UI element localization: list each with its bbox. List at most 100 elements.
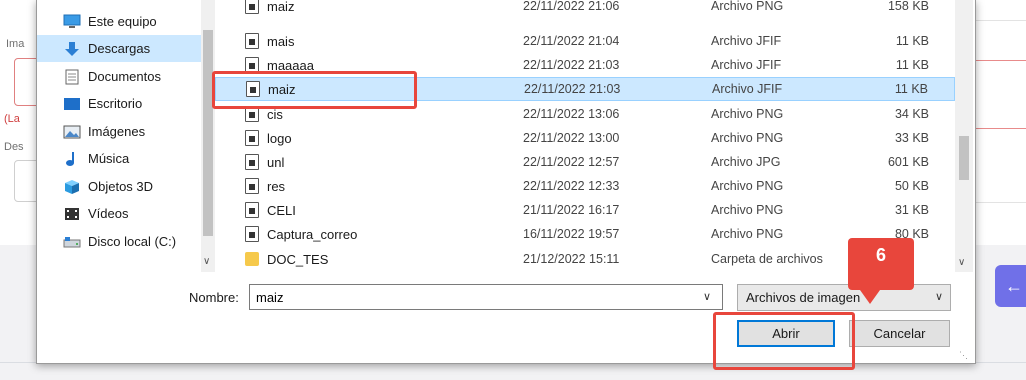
chevron-down-icon[interactable]: ∨ — [203, 256, 210, 267]
filename-input[interactable] — [249, 284, 723, 310]
chevron-down-icon[interactable]: ∨ — [935, 290, 943, 303]
file-row[interactable]: res 22/11/2022 12:33 Archivo PNG 50 KB — [215, 174, 955, 198]
file-date: 16/11/2022 19:57 — [523, 227, 620, 241]
file-row[interactable]: Captura_correo 16/11/2022 19:57 Archivo … — [215, 222, 955, 246]
highlight-box-selected-file — [212, 71, 417, 109]
monitor-icon — [63, 14, 81, 30]
file-row[interactable]: unl 22/11/2022 12:57 Archivo JPG 601 KB — [215, 150, 955, 174]
nav-item-documents[interactable]: Documentos — [37, 63, 201, 90]
file-size: 11 KB — [895, 34, 929, 48]
file-date: 22/11/2022 13:06 — [523, 107, 620, 121]
file-date: 21/11/2022 16:17 — [523, 203, 620, 217]
file-row[interactable]: DOC_TES 21/12/2022 15:11 Carpeta de arch… — [215, 247, 955, 271]
image-file-icon — [245, 202, 259, 218]
bg-error-text: (La — [4, 113, 20, 125]
music-note-icon — [63, 151, 81, 167]
bg-label-description: Des — [4, 141, 24, 153]
file-type: Archivo PNG — [711, 203, 784, 217]
file-name: mais — [267, 33, 295, 49]
nav-scrollbar-thumb[interactable] — [203, 30, 213, 236]
highlight-box-open-button — [713, 312, 855, 370]
nav-item-music[interactable]: Música — [37, 145, 201, 172]
nav-item-label: Este equipo — [88, 14, 157, 29]
desktop-icon — [63, 96, 81, 112]
file-date: 22/11/2022 12:57 — [523, 155, 620, 169]
nav-item-desktop[interactable]: Escritorio — [37, 90, 201, 117]
document-icon — [63, 69, 81, 85]
file-type: Archivo PNG — [711, 0, 784, 13]
file-type: Archivo JFIF — [712, 82, 783, 96]
file-row[interactable]: mais 22/11/2022 21:04 Archivo JFIF 11 KB — [215, 29, 955, 53]
download-arrow-icon — [63, 41, 81, 57]
cube-icon — [63, 179, 81, 195]
file-name: DOC_TES — [267, 251, 329, 267]
file-row[interactable]: maiz 22/11/2022 21:06 Archivo PNG 158 KB — [215, 0, 955, 18]
divider — [975, 20, 1026, 21]
nav-item-this-pc[interactable]: Este equipo — [37, 8, 201, 35]
file-list-scrollbar-thumb[interactable] — [959, 136, 969, 180]
file-size: 11 KB — [895, 58, 929, 72]
arrow-left-icon: ← — [1005, 275, 1023, 296]
image-file-icon — [245, 0, 259, 14]
nav-item-label: Vídeos — [88, 206, 129, 221]
file-size: 31 KB — [894, 203, 929, 217]
file-size: 33 KB — [894, 131, 929, 145]
file-type-filter-select[interactable]: Archivos de imagen — [737, 284, 951, 311]
nav-item-local-disk[interactable]: Disco local (C:) — [37, 228, 201, 255]
filename-label: Nombre: — [189, 290, 239, 305]
file-type: Carpeta de archivos — [711, 252, 823, 266]
cancel-button[interactable]: Cancelar — [849, 320, 950, 347]
file-name: logo — [267, 130, 292, 146]
file-type: Archivo JPG — [711, 155, 781, 169]
nav-item-label: Música — [88, 151, 130, 166]
nav-item-images[interactable]: Imágenes — [37, 118, 201, 145]
open-file-dialog: Este equipo Descargas Documentos Escrito… — [36, 0, 976, 364]
file-date: 22/11/2022 21:03 — [523, 58, 620, 72]
file-type: Archivo PNG — [711, 131, 784, 145]
file-size: 158 KB — [887, 0, 929, 13]
file-type: Archivo PNG — [711, 227, 784, 241]
video-icon — [63, 206, 81, 222]
folder-icon — [245, 252, 259, 266]
file-name: maiz — [267, 0, 295, 14]
file-size: 601 KB — [887, 155, 929, 169]
file-date: 22/11/2022 13:00 — [523, 131, 620, 145]
image-file-icon — [245, 130, 259, 146]
nav-item-label: Imágenes — [88, 124, 146, 139]
nav-item-label: Escritorio — [88, 96, 143, 111]
file-size: 11 KB — [894, 82, 928, 96]
resize-grip-icon[interactable]: ⋱ — [959, 350, 968, 361]
back-button[interactable]: ← — [995, 265, 1026, 307]
file-type: Archivo JFIF — [711, 34, 782, 48]
disk-icon — [63, 234, 81, 250]
nav-item-label: Objetos 3D — [88, 179, 154, 194]
file-type: Archivo JFIF — [711, 58, 782, 72]
nav-item-label: Descargas — [88, 41, 151, 56]
bg-label-image: Ima — [6, 38, 25, 50]
file-date: 22/11/2022 21:04 — [523, 34, 620, 48]
divider — [975, 60, 1026, 61]
step-badge: 6 — [848, 238, 914, 304]
file-date: 22/11/2022 21:06 — [523, 0, 620, 13]
nav-item-label: Documentos — [88, 69, 161, 84]
nav-item-label: Disco local (C:) — [88, 234, 177, 249]
nav-item-videos[interactable]: Vídeos — [37, 200, 201, 227]
chevron-down-icon[interactable]: ∨ — [958, 257, 965, 268]
filter-selected-value: Archivos de imagen — [746, 290, 861, 305]
step-number: 6 — [875, 245, 886, 265]
image-file-icon — [245, 33, 259, 49]
file-row[interactable]: CELI 21/11/2022 16:17 Archivo PNG 31 KB — [215, 198, 955, 222]
file-name: unl — [267, 154, 285, 170]
file-type: Archivo PNG — [711, 179, 784, 193]
file-date: 22/11/2022 12:33 — [523, 179, 620, 193]
nav-item-3d-objects[interactable]: Objetos 3D — [37, 173, 201, 200]
divider — [975, 128, 1026, 129]
nav-item-downloads[interactable]: Descargas — [37, 35, 201, 62]
file-type: Archivo PNG — [711, 107, 784, 121]
file-list: maiz 22/11/2022 21:06 Archivo PNG 158 KB… — [215, 0, 955, 272]
file-date: 21/12/2022 15:11 — [523, 252, 620, 266]
file-date: 22/11/2022 21:03 — [524, 82, 621, 96]
image-file-icon — [245, 226, 259, 242]
file-row[interactable]: logo 22/11/2022 13:00 Archivo PNG 33 KB — [215, 126, 955, 150]
chevron-down-icon[interactable]: ∨ — [703, 290, 711, 303]
